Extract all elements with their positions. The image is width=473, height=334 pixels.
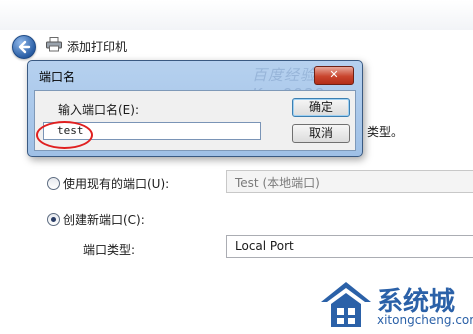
create-new-port-radio[interactable] bbox=[47, 213, 60, 226]
port-type-label: 端口类型: bbox=[83, 243, 136, 257]
logo-url: xitongcheng.com bbox=[377, 313, 473, 327]
wizard-description-suffix: 类型。 bbox=[367, 125, 404, 139]
logo-house-icon bbox=[321, 282, 371, 327]
use-existing-port-radio[interactable] bbox=[47, 177, 60, 190]
cancel-button[interactable]: 取消 bbox=[292, 124, 350, 143]
annotation-circle bbox=[36, 121, 93, 149]
close-button[interactable]: ✕ bbox=[314, 66, 354, 85]
printer-icon bbox=[46, 37, 62, 52]
port-name-label: 输入端口名(E): bbox=[58, 103, 139, 117]
ok-button[interactable]: 确定 bbox=[292, 98, 350, 117]
existing-port-select[interactable]: Test (本地端口) bbox=[226, 170, 473, 193]
back-button[interactable] bbox=[12, 35, 36, 59]
back-arrow-icon bbox=[18, 40, 31, 54]
dialog-title: 端口名 bbox=[39, 70, 76, 84]
port-type-select[interactable]: Local Port bbox=[226, 235, 473, 258]
wizard-top-bar bbox=[0, 0, 473, 30]
wizard-title: 添加打印机 bbox=[67, 40, 128, 54]
use-existing-port-label[interactable]: 使用现有的端口(U): bbox=[63, 175, 169, 192]
create-new-port-label[interactable]: 创建新端口(C): bbox=[63, 211, 145, 228]
